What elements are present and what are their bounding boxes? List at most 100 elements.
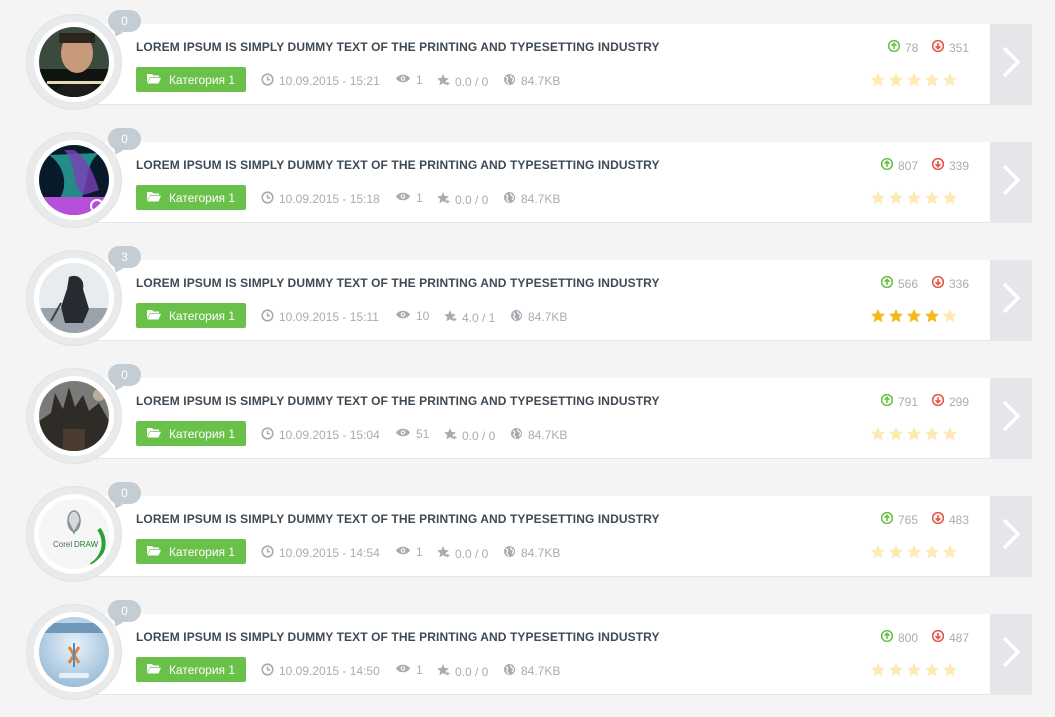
downvote-button[interactable]: 483 <box>931 511 969 527</box>
upvote-button[interactable]: 78 <box>887 39 918 55</box>
date-text: 10.09.2015 - 14:54 <box>279 546 380 560</box>
star-icon[interactable] <box>906 308 922 329</box>
premiere-pro-icon[interactable] <box>39 145 109 215</box>
star-icon[interactable] <box>888 426 904 447</box>
open-item-button[interactable] <box>990 142 1032 222</box>
globe-icon <box>503 663 516 679</box>
thumbnail-frame[interactable]: Corel DRAW <box>26 486 122 582</box>
category-button[interactable]: Категория 1 <box>136 67 246 92</box>
star-icon[interactable] <box>906 544 922 565</box>
open-item-button[interactable] <box>990 614 1032 694</box>
views-count: 1 <box>416 545 423 559</box>
comment-count-badge[interactable]: 0 <box>108 364 141 386</box>
star-icon[interactable] <box>870 308 886 329</box>
comment-count-badge[interactable]: 0 <box>108 482 141 504</box>
star-rating[interactable] <box>870 544 958 565</box>
star-icon[interactable] <box>942 426 958 447</box>
star-icon[interactable] <box>924 190 940 211</box>
upvote-button[interactable]: 765 <box>880 511 918 527</box>
star-icon[interactable] <box>888 72 904 93</box>
category-button[interactable]: Категория 1 <box>136 185 246 210</box>
item-title[interactable]: LOREM IPSUM IS SIMPLY DUMMY TEXT OF THE … <box>136 394 856 408</box>
upvote-button[interactable]: 566 <box>880 275 918 291</box>
game-warrior-icon[interactable] <box>39 263 109 333</box>
date-meta: 10.09.2015 - 14:54 <box>261 545 380 561</box>
star-icon[interactable] <box>870 662 886 683</box>
downvote-button[interactable]: 487 <box>931 629 969 645</box>
movie-poster-icon[interactable] <box>39 27 109 97</box>
eye-icon <box>395 73 411 87</box>
file-size: 84.7KB <box>528 310 568 324</box>
upvote-button[interactable]: 807 <box>880 157 918 173</box>
star-icon[interactable] <box>942 662 958 683</box>
star-icon[interactable] <box>870 190 886 211</box>
thumbnail-frame[interactable] <box>26 604 122 700</box>
star-icon[interactable] <box>942 544 958 565</box>
star-icon[interactable] <box>888 662 904 683</box>
item-title[interactable]: LOREM IPSUM IS SIMPLY DUMMY TEXT OF THE … <box>136 158 856 172</box>
coreldraw-icon[interactable]: Corel DRAW <box>39 499 109 569</box>
star-icon[interactable] <box>924 72 940 93</box>
star-icon[interactable] <box>942 72 958 93</box>
star-icon[interactable] <box>924 544 940 565</box>
thumbnail-frame[interactable] <box>26 132 122 228</box>
star-icon[interactable] <box>870 72 886 93</box>
category-button[interactable]: Категория 1 <box>136 421 246 446</box>
eye-icon <box>395 309 411 323</box>
star-plus-icon <box>436 191 450 208</box>
thumbnail-frame[interactable] <box>26 368 122 464</box>
star-icon[interactable] <box>888 190 904 211</box>
file-size: 84.7KB <box>521 192 561 206</box>
item-title[interactable]: LOREM IPSUM IS SIMPLY DUMMY TEXT OF THE … <box>136 276 856 290</box>
thumbnail-frame[interactable] <box>26 14 122 110</box>
item-title[interactable]: LOREM IPSUM IS SIMPLY DUMMY TEXT OF THE … <box>136 630 856 644</box>
star-icon[interactable] <box>906 662 922 683</box>
star-rating[interactable] <box>870 308 958 329</box>
star-icon[interactable] <box>924 662 940 683</box>
thumbnail-frame[interactable] <box>26 250 122 346</box>
upvote-button[interactable]: 800 <box>880 629 918 645</box>
star-rating[interactable] <box>870 662 958 683</box>
comment-count-badge[interactable]: 3 <box>108 246 141 268</box>
item-title[interactable]: LOREM IPSUM IS SIMPLY DUMMY TEXT OF THE … <box>136 40 856 54</box>
star-icon[interactable] <box>942 190 958 211</box>
star-icon[interactable] <box>888 308 904 329</box>
category-button[interactable]: Категория 1 <box>136 657 246 682</box>
powertools-icon[interactable] <box>39 617 109 687</box>
downvote-button[interactable]: 299 <box>931 393 969 409</box>
category-button[interactable]: Категория 1 <box>136 539 246 564</box>
category-label: Категория 1 <box>168 190 236 205</box>
views-meta: 51 <box>395 427 429 441</box>
open-item-button[interactable] <box>990 378 1032 458</box>
star-icon[interactable] <box>906 72 922 93</box>
rating-meta: 0.0 / 0 <box>443 427 495 444</box>
star-icon[interactable] <box>924 426 940 447</box>
date-text: 10.09.2015 - 15:18 <box>279 192 380 206</box>
star-icon[interactable] <box>870 544 886 565</box>
upvote-button[interactable]: 791 <box>880 393 919 409</box>
item-title[interactable]: LOREM IPSUM IS SIMPLY DUMMY TEXT OF THE … <box>136 512 856 526</box>
open-item-button[interactable] <box>990 496 1032 576</box>
star-icon[interactable] <box>924 308 940 329</box>
category-button[interactable]: Категория 1 <box>136 303 246 328</box>
star-icon[interactable] <box>906 190 922 211</box>
star-icon[interactable] <box>942 308 958 329</box>
arrow-down-circle-icon <box>931 629 945 645</box>
downvote-button[interactable]: 336 <box>931 275 969 291</box>
star-icon[interactable] <box>870 426 886 447</box>
game-castle-icon[interactable] <box>39 381 109 451</box>
open-item-button[interactable] <box>990 260 1032 340</box>
star-icon[interactable] <box>906 426 922 447</box>
star-icon[interactable] <box>888 544 904 565</box>
views-meta: 1 <box>395 191 423 205</box>
comment-count-badge[interactable]: 0 <box>108 128 141 150</box>
star-rating[interactable] <box>870 72 958 93</box>
open-item-button[interactable] <box>990 24 1032 104</box>
downvote-button[interactable]: 339 <box>931 157 969 173</box>
comment-count-badge[interactable]: 0 <box>108 600 141 622</box>
star-rating[interactable] <box>870 426 958 447</box>
comment-count-badge[interactable]: 0 <box>108 10 141 32</box>
star-rating[interactable] <box>870 190 958 211</box>
upvote-count: 791 <box>898 394 919 409</box>
downvote-button[interactable]: 351 <box>931 39 969 55</box>
